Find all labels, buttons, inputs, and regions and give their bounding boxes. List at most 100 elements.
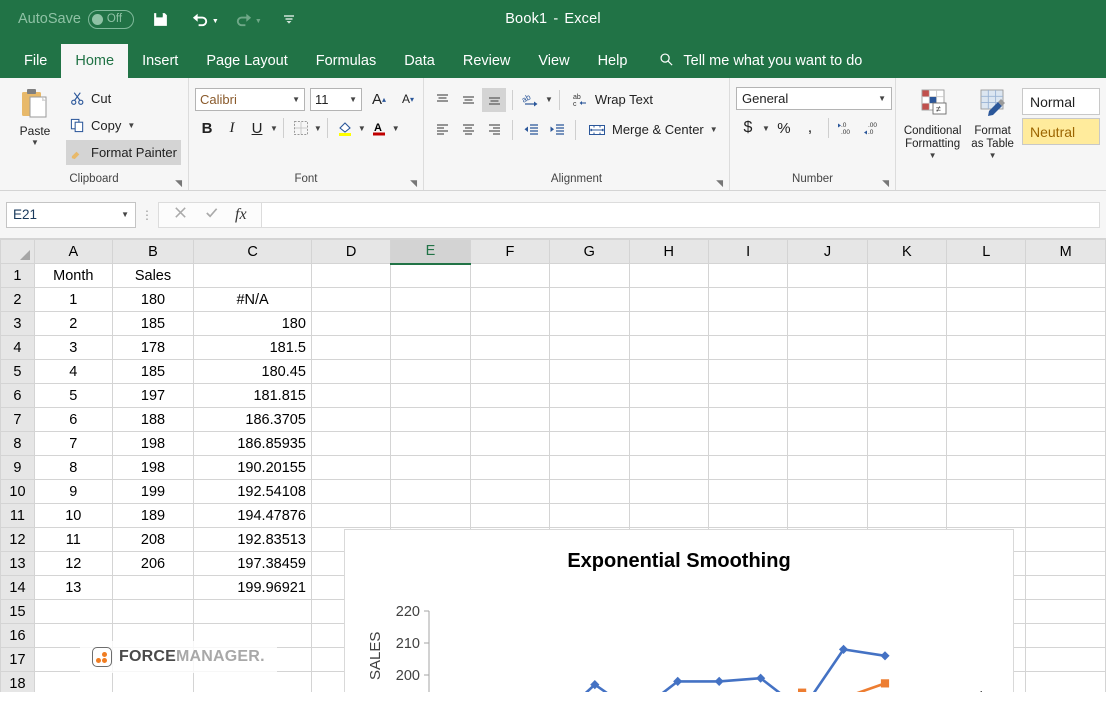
currency-dropdown-icon[interactable]: ▼: [762, 124, 770, 133]
align-bottom-icon[interactable]: [482, 87, 506, 112]
fill-color-dropdown-icon[interactable]: ▼: [358, 124, 366, 133]
cell-C1[interactable]: [193, 263, 312, 288]
cell-J2[interactable]: [787, 287, 868, 312]
cell-G11[interactable]: [549, 503, 630, 528]
cell-H10[interactable]: [629, 479, 709, 504]
formula-input[interactable]: [260, 201, 1100, 228]
formula-bar-handle[interactable]: ⋮: [136, 208, 158, 222]
cell-M10[interactable]: [1025, 479, 1106, 504]
cell-I7[interactable]: [708, 407, 789, 432]
cell-M13[interactable]: [1025, 551, 1106, 576]
column-header-j[interactable]: J: [787, 239, 868, 264]
cell-H8[interactable]: [629, 431, 709, 456]
tab-home[interactable]: Home: [61, 44, 129, 78]
cell-M18[interactable]: [1025, 671, 1106, 692]
cell-B9[interactable]: 198: [112, 455, 195, 480]
row-header-13[interactable]: 13: [0, 551, 35, 576]
cell-G10[interactable]: [549, 479, 630, 504]
cell-D11[interactable]: [311, 503, 392, 528]
cell-I8[interactable]: [708, 431, 789, 456]
column-header-c[interactable]: C: [193, 239, 312, 264]
tab-data[interactable]: Data: [390, 44, 449, 78]
cell-F7[interactable]: [470, 407, 551, 432]
cell-M16[interactable]: [1025, 623, 1106, 648]
cell-A15[interactable]: [34, 599, 113, 624]
copy-dropdown-icon[interactable]: ▼: [127, 121, 135, 130]
cell-B3[interactable]: 185: [112, 311, 195, 336]
merge-center-button[interactable]: Merge & Center ▼: [582, 117, 722, 142]
cell-K3[interactable]: [867, 311, 948, 336]
column-header-i[interactable]: I: [708, 239, 789, 264]
font-dialog-launcher-icon[interactable]: ◥: [410, 178, 417, 189]
cell-F6[interactable]: [470, 383, 551, 408]
tab-view[interactable]: View: [524, 44, 583, 78]
column-header-h[interactable]: H: [629, 239, 709, 264]
cut-button[interactable]: Cut: [66, 86, 181, 111]
column-header-a[interactable]: A: [34, 239, 113, 264]
italic-button[interactable]: I: [220, 116, 244, 140]
cell-J10[interactable]: [787, 479, 868, 504]
borders-dropdown-icon[interactable]: ▼: [314, 124, 322, 133]
cell-F9[interactable]: [470, 455, 551, 480]
cell-A9[interactable]: 8: [34, 455, 113, 480]
cell-G5[interactable]: [549, 359, 630, 384]
column-header-d[interactable]: D: [311, 239, 392, 264]
cell-C12[interactable]: 192.83513: [193, 527, 312, 552]
cell-B14[interactable]: [112, 575, 195, 600]
cancel-icon[interactable]: [173, 205, 188, 225]
cell-E10[interactable]: [390, 479, 471, 504]
select-all-corner[interactable]: [0, 239, 35, 264]
cell-K11[interactable]: [867, 503, 948, 528]
cell-E3[interactable]: [390, 311, 471, 336]
tab-formulas[interactable]: Formulas: [302, 44, 390, 78]
cell-I11[interactable]: [708, 503, 789, 528]
row-header-18[interactable]: 18: [0, 671, 35, 692]
decrease-decimal-icon[interactable]: .00.0: [861, 116, 885, 140]
cell-F8[interactable]: [470, 431, 551, 456]
cell-L1[interactable]: [946, 263, 1027, 288]
cell-D5[interactable]: [311, 359, 392, 384]
cell-D3[interactable]: [311, 311, 392, 336]
orientation-icon[interactable]: ab: [519, 88, 543, 112]
tab-insert[interactable]: Insert: [128, 44, 192, 78]
cell-M2[interactable]: [1025, 287, 1106, 312]
cell-E6[interactable]: [390, 383, 471, 408]
cell-K1[interactable]: [867, 263, 948, 288]
cell-B1[interactable]: Sales: [112, 263, 195, 288]
cell-D9[interactable]: [311, 455, 392, 480]
cell-A4[interactable]: 3: [34, 335, 113, 360]
alignment-dialog-launcher-icon[interactable]: ◥: [716, 178, 723, 189]
cell-K10[interactable]: [867, 479, 948, 504]
row-header-10[interactable]: 10: [0, 479, 35, 504]
cell-B6[interactable]: 197: [112, 383, 195, 408]
column-header-g[interactable]: G: [549, 239, 630, 264]
cell-L4[interactable]: [946, 335, 1027, 360]
cell-M15[interactable]: [1025, 599, 1106, 624]
cell-B12[interactable]: 208: [112, 527, 195, 552]
cell-style-neutral[interactable]: Neutral: [1022, 118, 1100, 145]
cell-H4[interactable]: [629, 335, 709, 360]
cell-M9[interactable]: [1025, 455, 1106, 480]
align-right-icon[interactable]: [482, 118, 506, 142]
tab-file[interactable]: File: [10, 44, 61, 78]
currency-button[interactable]: $: [736, 116, 760, 140]
cell-L6[interactable]: [946, 383, 1027, 408]
cell-G3[interactable]: [549, 311, 630, 336]
cell-A6[interactable]: 5: [34, 383, 113, 408]
row-header-15[interactable]: 15: [0, 599, 35, 624]
cell-B13[interactable]: 206: [112, 551, 195, 576]
underline-dropdown-icon[interactable]: ▼: [270, 124, 278, 133]
cell-M5[interactable]: [1025, 359, 1106, 384]
cell-K7[interactable]: [867, 407, 948, 432]
redo-dropdown-icon[interactable]: ▼: [255, 18, 262, 25]
cell-G9[interactable]: [549, 455, 630, 480]
cell-B10[interactable]: 199: [112, 479, 195, 504]
cell-M17[interactable]: [1025, 647, 1106, 672]
cell-I5[interactable]: [708, 359, 789, 384]
cell-I2[interactable]: [708, 287, 789, 312]
cell-B4[interactable]: 178: [112, 335, 195, 360]
save-icon[interactable]: [146, 4, 176, 34]
decrease-indent-icon[interactable]: [519, 118, 543, 142]
comma-style-button[interactable]: ,: [798, 116, 822, 140]
cell-A10[interactable]: 9: [34, 479, 113, 504]
